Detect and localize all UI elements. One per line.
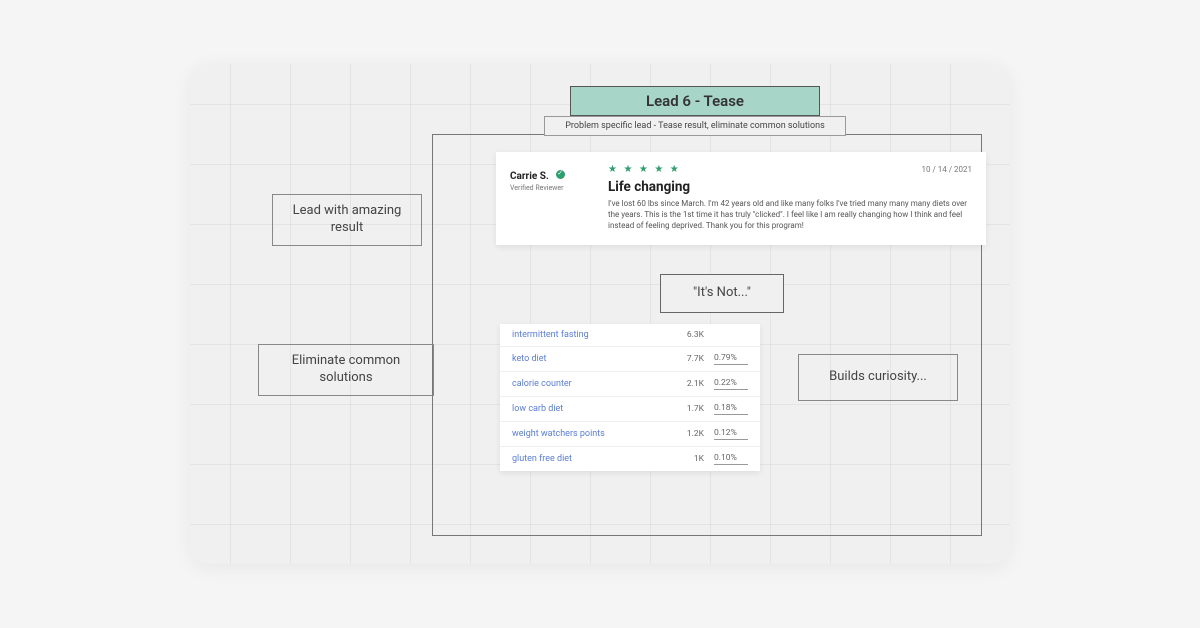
label-eliminate-text: Eliminate common solutions <box>292 353 401 385</box>
reviewer-name: Carrie S. <box>510 171 549 182</box>
trend-row: low carb diet 1.7K 0.18% <box>500 397 760 422</box>
trend-row: intermittent fasting 6.3K <box>500 324 760 347</box>
review-content: ★ ★ ★ ★ ★ 10 / 14 / 2021 Life changing I… <box>608 164 972 231</box>
review-top-row: ★ ★ ★ ★ ★ 10 / 14 / 2021 <box>608 164 972 175</box>
trend-percent: 0.22% <box>714 378 748 390</box>
trend-volume: 1.7K <box>670 404 704 414</box>
trend-percent: 0.79% <box>714 353 748 365</box>
trend-volume: 7.7K <box>670 354 704 364</box>
trend-term: weight watchers points <box>512 429 670 439</box>
diagram-canvas: Lead 6 - Tease Problem specific lead - T… <box>190 64 1010 564</box>
label-lead-result-text: Lead with amazing result <box>293 203 402 235</box>
trend-term: intermittent fasting <box>512 330 670 340</box>
trend-percent <box>714 335 748 336</box>
trend-term: gluten free diet <box>512 454 670 464</box>
subtitle-box: Problem specific lead - Tease result, el… <box>544 116 846 136</box>
subtitle-text: Problem specific lead - Tease result, el… <box>565 121 824 131</box>
review-date: 10 / 14 / 2021 <box>921 165 972 174</box>
label-its-not-text: "It's Not..." <box>693 285 751 300</box>
trend-row: gluten free diet 1K 0.10% <box>500 447 760 471</box>
trend-percent: 0.18% <box>714 403 748 415</box>
search-trends-card: intermittent fasting 6.3K keto diet 7.7K… <box>500 324 760 471</box>
trend-term: keto diet <box>512 354 670 364</box>
review-card: Carrie S. Verified Reviewer ★ ★ ★ ★ ★ 10… <box>496 152 986 245</box>
trend-volume: 1K <box>670 454 704 464</box>
label-curiosity-text: Builds curiosity... <box>829 369 927 384</box>
trend-percent: 0.10% <box>714 453 748 465</box>
label-eliminate: Eliminate common solutions <box>258 344 434 396</box>
review-author-block: Carrie S. Verified Reviewer <box>510 164 608 231</box>
label-its-not: "It's Not..." <box>660 274 784 313</box>
trend-term: calorie counter <box>512 379 670 389</box>
trend-volume: 2.1K <box>670 379 704 389</box>
label-curiosity: Builds curiosity... <box>798 354 958 401</box>
review-body: I've lost 60 lbs since March. I'm 42 yea… <box>608 199 972 231</box>
title-text: Lead 6 - Tease <box>646 92 744 110</box>
reviewer-name-line: Carrie S. <box>510 164 608 183</box>
trend-volume: 1.2K <box>670 429 704 439</box>
trend-percent: 0.12% <box>714 428 748 440</box>
star-rating-icon: ★ ★ ★ ★ ★ <box>608 164 681 175</box>
review-title: Life changing <box>608 179 972 195</box>
trend-volume: 6.3K <box>670 330 704 340</box>
trend-row: weight watchers points 1.2K 0.12% <box>500 422 760 447</box>
trend-term: low carb diet <box>512 404 670 414</box>
trend-row: calorie counter 2.1K 0.22% <box>500 372 760 397</box>
title-box: Lead 6 - Tease <box>570 86 820 116</box>
label-lead-result: Lead with amazing result <box>272 194 422 246</box>
trend-row: keto diet 7.7K 0.79% <box>500 347 760 372</box>
verified-label: Verified Reviewer <box>510 184 608 192</box>
verified-badge-icon <box>556 170 565 179</box>
